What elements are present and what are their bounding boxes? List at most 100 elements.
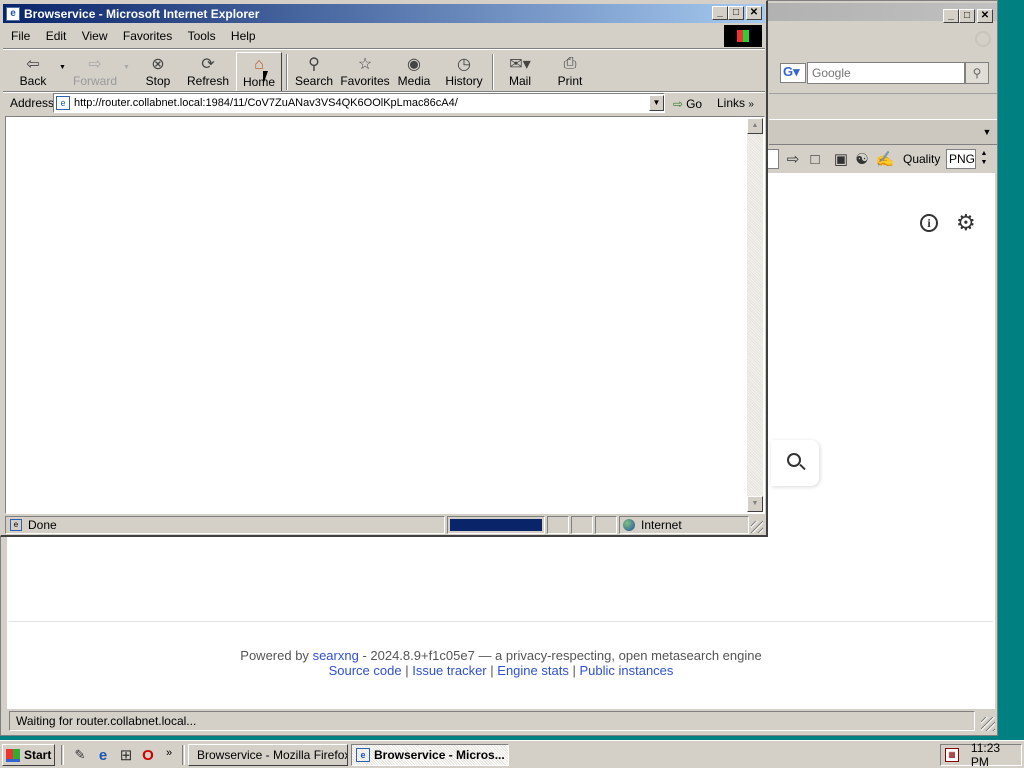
favorites-label: Favorites: [340, 74, 390, 88]
searxng-link[interactable]: searxng: [313, 648, 359, 663]
system-tray: ▦ 11:23 PM: [940, 741, 1022, 768]
go-arrow-icon[interactable]: ⇨: [783, 149, 803, 169]
address-dropdown-icon[interactable]: ▼: [649, 95, 664, 111]
scroll-down-icon[interactable]: ▼: [747, 496, 763, 512]
history-icon: ◷: [457, 56, 471, 73]
menu-view[interactable]: View: [76, 26, 114, 46]
links-button[interactable]: Links »: [717, 96, 754, 110]
search-globe-icon: ⚲: [308, 56, 320, 73]
history-label: History: [445, 74, 483, 88]
vertical-scrollbar[interactable]: [747, 118, 763, 512]
ie-title: Browservice - Microsoft Internet Explore…: [24, 6, 260, 21]
tab-list-chevron-down-icon[interactable]: ▼: [979, 123, 995, 141]
search-go-icon[interactable]: ⚲: [965, 62, 989, 84]
forward-label: Forward: [72, 74, 117, 88]
media-button[interactable]: ◉ Media: [390, 52, 438, 92]
scheduler-icon[interactable]: ▦: [945, 748, 959, 762]
menu-edit[interactable]: Edit: [40, 26, 73, 46]
task-ie[interactable]: e Browservice - Micros...: [351, 744, 509, 766]
issue-tracker-link[interactable]: Issue tracker: [412, 663, 486, 678]
go-button[interactable]: ⇨ Go: [673, 95, 702, 113]
public-instances-link[interactable]: Public instances: [579, 663, 673, 678]
zone-pane: Internet: [619, 516, 749, 534]
windows-flag-icon: [6, 748, 20, 762]
page-icon: e: [56, 96, 70, 110]
history-button[interactable]: ◷ History: [440, 52, 488, 92]
version-text: - 2024.8.9+f1c05e7 — a privacy-respectin…: [362, 648, 762, 663]
ie-quicklaunch-icon[interactable]: e: [93, 745, 113, 765]
ie-content: [5, 116, 765, 514]
settings-gear-icon[interactable]: ⚙: [956, 211, 976, 235]
back-button[interactable]: ⇦ Back: [9, 52, 57, 92]
toolbar-separator: [286, 54, 288, 90]
address-field[interactable]: e http://router.collabnet.local:1984/11/…: [53, 93, 665, 113]
toolbar-separator: [492, 54, 494, 90]
back-dropdown-icon[interactable]: ▼: [59, 64, 66, 71]
mail-label: Mail: [508, 74, 531, 88]
forward-dropdown-icon[interactable]: ▼: [123, 64, 130, 71]
maximize-icon[interactable]: □: [959, 9, 975, 23]
minimize-icon[interactable]: _: [943, 9, 959, 23]
engine-stats-link[interactable]: Engine stats: [497, 663, 569, 678]
find-binoculars-icon[interactable]: ☯: [852, 149, 872, 169]
resize-grip-icon[interactable]: [981, 717, 995, 731]
reload-icon[interactable]: [975, 31, 991, 47]
close-icon[interactable]: ✕: [977, 9, 993, 23]
show-desktop-icon[interactable]: ✎: [70, 745, 90, 765]
home-button[interactable]: ⌂ Home: [236, 52, 282, 92]
print-button[interactable]: ⎙ Print: [546, 52, 594, 92]
menu-tools[interactable]: Tools: [182, 26, 222, 46]
google-search-input[interactable]: [807, 62, 965, 84]
info-icon[interactable]: i: [920, 214, 938, 232]
quicklaunch-divider: [61, 745, 64, 765]
tab-bar: [769, 119, 997, 145]
toolbar-divider: [769, 93, 997, 94]
bookmarks-list-icon[interactable]: ▣: [831, 149, 851, 169]
bookmark-icon[interactable]: □: [805, 149, 825, 169]
ie-minimize-icon[interactable]: _: [712, 6, 728, 20]
address-url[interactable]: http://router.collabnet.local:1984/11/Co…: [74, 97, 458, 109]
standard-toolbar: ⇦ Back ▼ ⇨ Forward ▼ ⊗ Stop ⟳ Refresh ⌂ Home …: [3, 50, 765, 92]
start-button[interactable]: Start: [2, 744, 55, 766]
mail-icon: ✉▾: [509, 56, 531, 73]
source-code-link[interactable]: Source code: [329, 663, 402, 678]
clipboard-icon[interactable]: ✍: [875, 149, 895, 169]
ie-app-icon: e: [6, 6, 20, 21]
task-firefox-label: Browservice - Mozilla Firefox: [197, 748, 348, 762]
stop-button[interactable]: ⊗ Stop: [134, 52, 182, 92]
footer-separator: |: [405, 663, 409, 678]
browservice-address-field[interactable]: [767, 149, 779, 169]
ie-resize-grip-icon[interactable]: [751, 521, 763, 533]
favorites-button[interactable]: ☆ Favorites: [340, 52, 390, 92]
search-engine-icon[interactable]: G▾: [780, 63, 806, 83]
forward-button[interactable]: ⇨ Forward: [71, 52, 119, 92]
print-icon: ⎙: [563, 55, 577, 72]
status-text: Done: [28, 518, 57, 532]
favorites-star-icon: ☆: [357, 56, 373, 73]
opera-icon[interactable]: O: [138, 745, 158, 765]
address-label: Address: [10, 96, 55, 110]
links-label: Links: [717, 96, 746, 110]
taskbar: Start ✎ e ⊞ O » Browservice - Mozilla Fi…: [0, 740, 1024, 768]
quality-select[interactable]: PNG: [946, 149, 976, 169]
forward-arrow-icon: ⇨: [88, 56, 102, 73]
ie-maximize-icon[interactable]: □: [728, 6, 744, 20]
quality-spinner[interactable]: ▲ ▼: [976, 149, 992, 169]
search-button[interactable]: ⚲ Search: [290, 52, 338, 92]
print-label: Print: [557, 74, 583, 88]
progress-bar-fill: [450, 519, 542, 531]
quicklaunch-more-icon[interactable]: »: [166, 747, 172, 759]
menu-file[interactable]: File: [5, 26, 36, 46]
footer-separator: |: [572, 663, 576, 678]
menu-favorites[interactable]: Favorites: [117, 26, 178, 46]
menu-help[interactable]: Help: [225, 26, 262, 46]
network-icon[interactable]: ⊞: [116, 745, 136, 765]
ie-close-icon[interactable]: ✕: [746, 6, 762, 20]
refresh-label: Refresh: [186, 74, 230, 88]
refresh-button[interactable]: ⟳ Refresh: [184, 52, 232, 92]
mail-button[interactable]: ✉▾ Mail: [496, 52, 544, 92]
windows-logo-icon: [724, 25, 762, 47]
progress-pane: [447, 516, 545, 534]
task-firefox[interactable]: Browservice - Mozilla Firefox: [188, 744, 348, 766]
scroll-up-icon[interactable]: ▲: [747, 118, 763, 134]
